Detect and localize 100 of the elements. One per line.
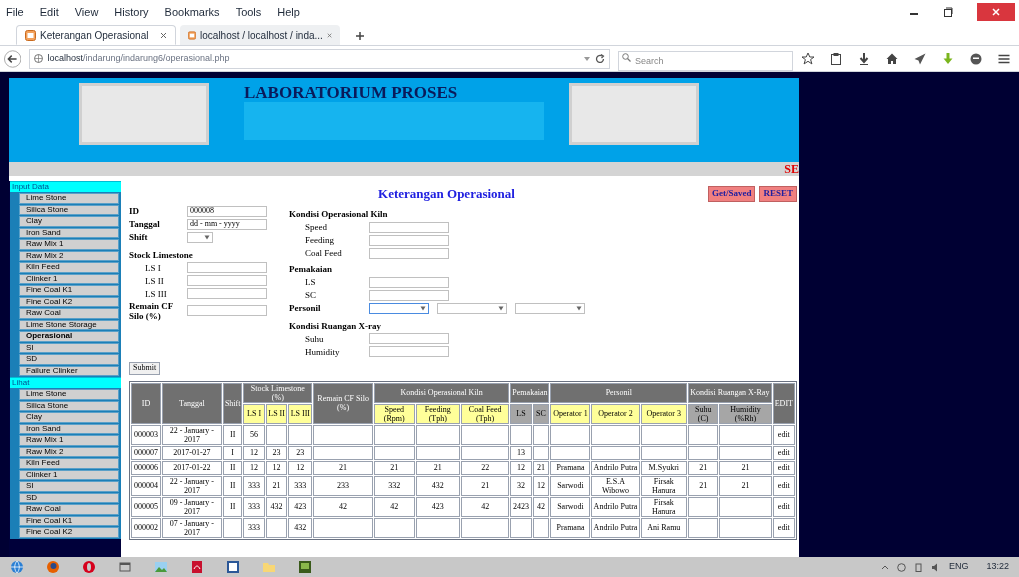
field-label: Shift [129,231,149,244]
sidebar-item[interactable]: Kiln Feed [19,458,119,469]
star-icon[interactable] [801,51,815,66]
input-field[interactable] [369,276,449,288]
sidebar-item[interactable]: Fine Coal K1 [19,515,119,526]
language-indicator[interactable]: ENG [948,560,969,574]
sidebar-item[interactable]: Failure Clinker [19,365,119,376]
maximize-icon[interactable] [943,7,953,17]
table-cell: Andrilo Putra [591,460,640,475]
column-header: Kondisi Operasional Kiln [373,382,510,403]
input-field[interactable] [187,305,267,316]
terminal-icon[interactable] [298,560,312,574]
sidebar-item[interactable]: Raw Mix 1 [19,435,119,446]
close-icon[interactable] [326,31,332,39]
submit-button[interactable]: Submit [129,361,161,375]
menu-item[interactable]: View [72,3,101,21]
column-header: Operator 2 [591,403,640,424]
reload-icon[interactable] [595,53,605,64]
table-cell: 21 [688,475,719,496]
input-field[interactable] [369,234,449,246]
image-icon[interactable] [154,560,168,574]
select-field[interactable] [437,303,507,315]
menu-item[interactable]: Help [275,3,302,21]
browser-tab[interactable]: localhost / localhost / inda... [180,25,340,45]
sidebar-item[interactable]: Clay [19,412,119,423]
column-header: Suhu (C) [688,403,719,424]
table-cell: II [222,475,243,496]
sidebar-item[interactable]: Fine Coal K1 [19,285,119,296]
sidebar-item[interactable]: SD [19,354,119,365]
sidebar-item[interactable]: Fine Coal K2 [19,527,119,538]
action-button[interactable]: Get/Saved [708,186,756,202]
input-field[interactable] [369,221,449,233]
sidebar-item[interactable]: SI [19,481,119,492]
sidebar-item[interactable]: Fine Coal K2 [19,296,119,307]
menu-item[interactable]: File [4,3,26,21]
column-header: Feeding (Tph) [415,403,460,424]
chevron-up-icon[interactable] [880,563,889,571]
sidebar-item[interactable]: Raw Mix 2 [19,446,119,457]
dropdown-icon[interactable] [583,54,591,63]
menu-item[interactable]: Tools [233,3,264,21]
home-icon[interactable] [885,51,899,66]
select-field[interactable] [515,303,585,315]
sidebar-item[interactable]: Clay [19,216,119,227]
field-label: LS III [144,288,168,299]
input-field[interactable]: dd - mm - yyyy [187,218,267,230]
send-icon[interactable] [913,51,927,66]
browser-tab[interactable]: Keterangan Operasional [16,25,176,45]
field-label: SC [304,290,317,300]
globe-icon[interactable] [10,560,24,574]
sidebar-item[interactable]: Operasional [19,331,119,342]
sidebar-item[interactable]: Lime Stone [19,389,119,400]
sidebar-item[interactable]: Raw Coal [19,504,119,515]
clock-text[interactable]: 13:22 [986,560,1009,574]
document-icon[interactable] [190,560,204,574]
document-icon[interactable] [226,560,240,574]
sidebar-item[interactable]: Lime Stone Storage [19,319,119,330]
download-icon[interactable] [857,51,871,66]
select-field[interactable] [187,232,213,244]
input-field[interactable]: 000008 [187,205,267,217]
sidebar-item[interactable]: SD [19,492,119,503]
sidebar-item[interactable]: Lime Stone [19,193,119,204]
close-icon[interactable] [160,31,167,39]
table-cell: edit [772,460,795,475]
sidebar-item[interactable]: Raw Mix 1 [19,239,119,250]
menu-item[interactable]: Bookmarks [162,3,222,21]
select-field[interactable] [369,303,429,315]
sidebar-item[interactable]: Silica Stone [19,400,119,411]
table-cell: edit [772,445,795,460]
back-icon[interactable] [4,49,22,68]
window-icon[interactable] [118,560,132,574]
input-field[interactable] [369,247,449,259]
close-button[interactable] [977,3,1015,21]
column-header: ID [131,382,161,424]
input-field[interactable] [187,275,267,286]
sidebar-item[interactable]: Raw Mix 2 [19,250,119,261]
table-cell: 21 [373,460,415,475]
battery-icon[interactable] [913,562,923,572]
input-field[interactable] [187,262,267,273]
sidebar-item[interactable]: Clinker 1 [19,469,119,480]
table-cell: edit [772,475,795,496]
input-field[interactable] [369,333,449,344]
menu-item[interactable]: History [112,3,151,21]
clipboard-icon[interactable] [829,51,843,66]
ring-icon[interactable] [82,560,96,574]
sidebar-item[interactable]: Kiln Feed [19,262,119,273]
action-button[interactable]: RESET [759,186,797,202]
table-cell: 12 [532,475,550,496]
close-icon [992,8,1000,16]
input-field[interactable] [187,288,267,299]
url-field[interactable]: localhost/indarung/indarung6/operasional.php [29,48,610,69]
sidebar-item[interactable]: Clinker 1 [19,273,119,284]
sidebar-item[interactable]: Silica Stone [19,204,119,215]
input-field[interactable] [369,346,449,357]
sidebar-item[interactable]: Iron Sand [19,423,119,434]
sidebar-item[interactable]: Iron Sand [19,227,119,238]
menu-item[interactable]: Edit [37,3,61,21]
sidebar-item[interactable]: Raw Coal [19,308,119,319]
input-field[interactable] [369,289,449,301]
sidebar-item[interactable]: SI [19,342,119,353]
search-field[interactable]: Search [618,50,793,71]
